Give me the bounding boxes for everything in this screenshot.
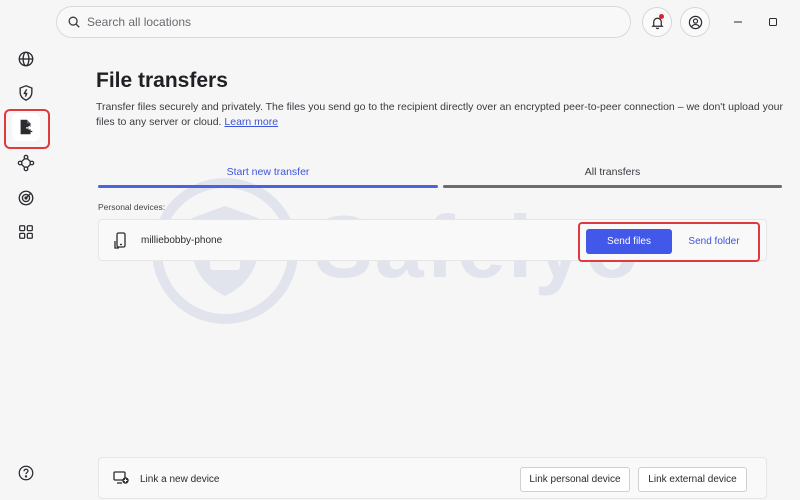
sidebar-item-globe[interactable] [12,45,40,73]
search-input[interactable] [87,15,587,29]
link-new-device-label: Link a new device [140,474,220,485]
sidebar-highlight-box [4,109,50,149]
device-name: milliebobby-phone [141,235,223,246]
maximize-button[interactable] [763,12,783,32]
link-personal-device-button[interactable]: Link personal device [520,467,630,492]
search-bar[interactable] [56,6,631,38]
mesh-network-icon [17,154,35,172]
tab-label: All transfers [584,166,641,178]
search-icon [68,16,80,28]
send-files-button[interactable]: Send files [586,229,672,254]
user-icon [688,15,702,29]
shield-bolt-icon [19,85,33,101]
tab-label: Start new transfer [226,166,310,178]
phone-icon [114,232,126,249]
sidebar-item-threat-protection[interactable] [12,79,40,107]
left-sidebar [0,0,52,500]
notification-badge [659,14,664,19]
minimize-icon [734,21,742,23]
sidebar-item-meshnet[interactable] [12,149,40,177]
description-text: Transfer files securely and privately. T… [96,101,784,128]
minimize-button[interactable] [728,12,748,32]
page-description: Transfer files securely and privately. T… [96,100,786,130]
learn-more-link[interactable]: Learn more [224,116,278,128]
help-icon [18,465,34,481]
tab-all-transfers[interactable]: All transfers [443,166,782,188]
sidebar-item-dark-web-monitor[interactable] [12,184,40,212]
maximize-icon [769,18,777,26]
sidebar-item-apps[interactable] [12,218,40,246]
apps-grid-icon [19,225,33,239]
page-title: File transfers [96,69,228,92]
target-icon [18,190,34,206]
sidebar-item-help[interactable] [12,459,40,487]
personal-devices-label: Personal devices: [98,202,166,212]
send-folder-button[interactable]: Send folder [678,229,750,254]
tab-start-new-transfer[interactable]: Start new transfer [98,166,438,188]
link-external-device-button[interactable]: Link external device [638,467,747,492]
account-button[interactable] [680,7,710,37]
tab-active-indicator [98,185,438,188]
link-device-bar: Link a new device Link personal device L… [98,457,767,499]
tab-underline [443,185,782,188]
notifications-button[interactable] [642,7,672,37]
globe-icon [18,51,34,67]
link-device-icon [113,471,129,484]
